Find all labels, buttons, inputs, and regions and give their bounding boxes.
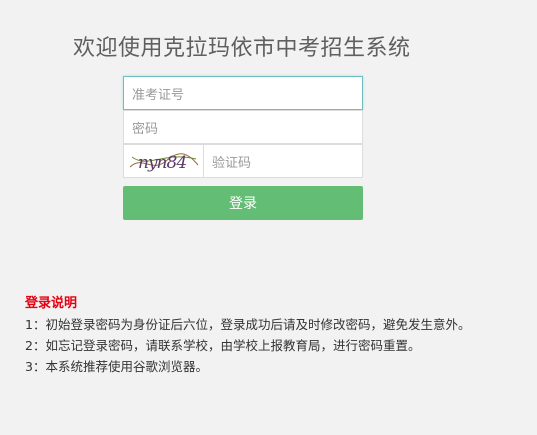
exam-id-input[interactable]: 准考证号 xyxy=(123,76,363,110)
instructions-title: 登录说明 xyxy=(25,296,78,311)
instruction-item: 3：本系统推荐使用谷歌浏览器。 xyxy=(25,359,208,374)
captcha-text: nyn84 xyxy=(138,153,186,173)
instruction-item: 1：初始登录密码为身份证后六位，登录成功后请及时修改密码，避免发生意外。 xyxy=(25,317,471,332)
password-placeholder: 密码 xyxy=(132,121,159,137)
captcha-graphic: nyn84 xyxy=(129,153,198,173)
captcha-image[interactable]: nyn84 xyxy=(123,144,203,178)
exam-id-placeholder: 准考证号 xyxy=(132,87,185,103)
captcha-placeholder: 验证码 xyxy=(212,155,252,171)
instruction-item: 2：如忘记登录密码，请联系学校，由学校上报教育局，进行密码重置。 xyxy=(25,338,421,353)
login-button[interactable]: 登录 xyxy=(123,186,363,220)
login-instructions: 登录说明 1：初始登录密码为身份证后六位，登录成功后请及时修改密码，避免发生意外… xyxy=(25,293,470,377)
captcha-input[interactable]: 验证码 xyxy=(203,144,363,178)
page-title: 欢迎使用克拉玛依市中考招生系统 xyxy=(73,36,411,61)
login-form: 准考证号 密码 nyn84 验证码 登录 xyxy=(123,76,363,220)
password-input[interactable]: 密码 xyxy=(123,110,363,144)
captcha-row: nyn84 验证码 xyxy=(123,144,363,178)
